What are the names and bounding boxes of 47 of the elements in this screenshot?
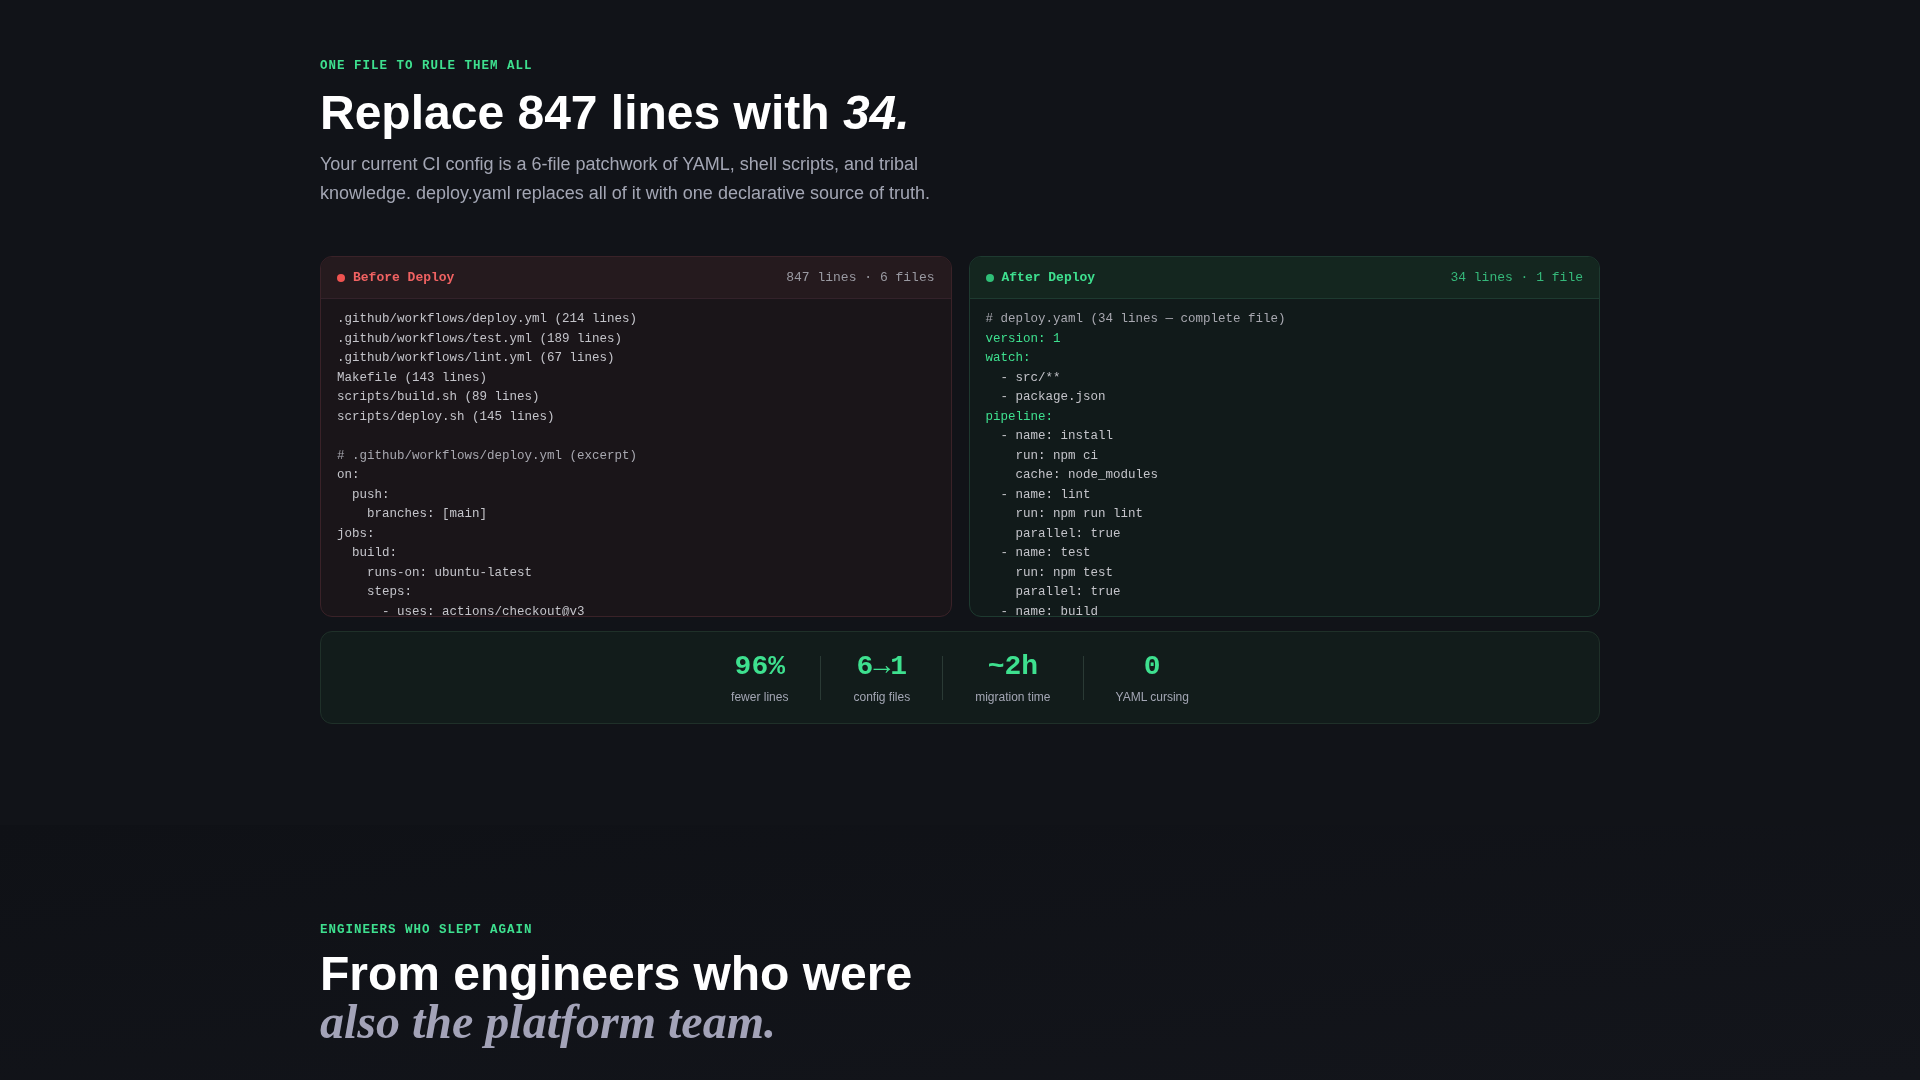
code-line: pipeline: [985,409,1053,424]
code-line: - name: install [999,429,1114,443]
panel-title: Before Deploy [353,268,455,287]
code-line: - src/** [999,370,1061,385]
code-line: Makefile (143 lines) [337,370,488,385]
code-line: runs-on: ubuntu-latest [366,565,533,580]
code-line: - name: lint [999,487,1091,502]
panel-meta: 847 lines · 6 files [786,268,935,287]
code-line: cache: node_modules [1014,468,1159,482]
code-line: # deploy.yaml (34 lines — complete file) [985,312,1286,326]
code-line: build: [351,546,397,560]
stat-value: 0 [1143,649,1161,684]
code-line: run: npm ci [1014,448,1099,463]
stat-label: fewer lines [731,688,789,706]
code-line: on: [337,468,360,482]
code-line: .github/workflows/test.yml (189 lines) [337,331,623,346]
code-line: steps: [366,585,412,599]
code-line: scripts/deploy.sh (145 lines) [337,409,555,424]
stat-value: 6→1 [856,649,908,684]
stat-label: migration time [975,688,1051,706]
code-line: version: 1 [985,331,1061,346]
section-eyebrow: ENGINEERS WHO SLEPT AGAIN [320,922,534,938]
code-line: branches: [main] [366,507,488,521]
code-line: watch: [985,351,1031,365]
code-line: .github/workflows/lint.yml (67 lines) [337,351,615,365]
code-line: # .github/workflows/deploy.yml (excerpt) [337,448,638,463]
panel-meta: 34 lines · 1 file [1450,268,1583,287]
code-line: parallel: true [1014,526,1121,541]
code-line: parallel: true [1014,585,1121,599]
code-line: run: npm test [1014,565,1114,580]
stat-value: 96% [734,649,785,684]
code-line: - name: build [999,604,1099,616]
section-heading: Replace 847 lines with 34. [320,85,911,141]
code-line: jobs: [337,526,375,541]
code-line: - uses: actions/checkout@v3 [381,604,585,616]
stat-label: config files [853,688,911,706]
code-line: .github/workflows/deploy.yml (214 lines) [337,312,638,326]
code-line: - package.json [999,390,1106,404]
stat-label: YAML cursing [1115,688,1189,706]
panel-title: After Deploy [1001,268,1096,287]
code-line: push: [351,487,390,502]
code-line: - name: test [999,546,1091,560]
code-line: run: npm run lint [1014,507,1144,521]
section-description: Your current CI config is a 6-file patchwork of YAML, shell scripts, and tribal knowledge. deploy.yaml replaces all of it with one declarative source of truth. [320,153,931,205]
stat-value: ~2h [987,649,1039,684]
section-eyebrow: ONE FILE TO RULE THEM ALL [320,58,534,74]
code-line: scripts/build.sh (89 lines) [337,390,540,404]
